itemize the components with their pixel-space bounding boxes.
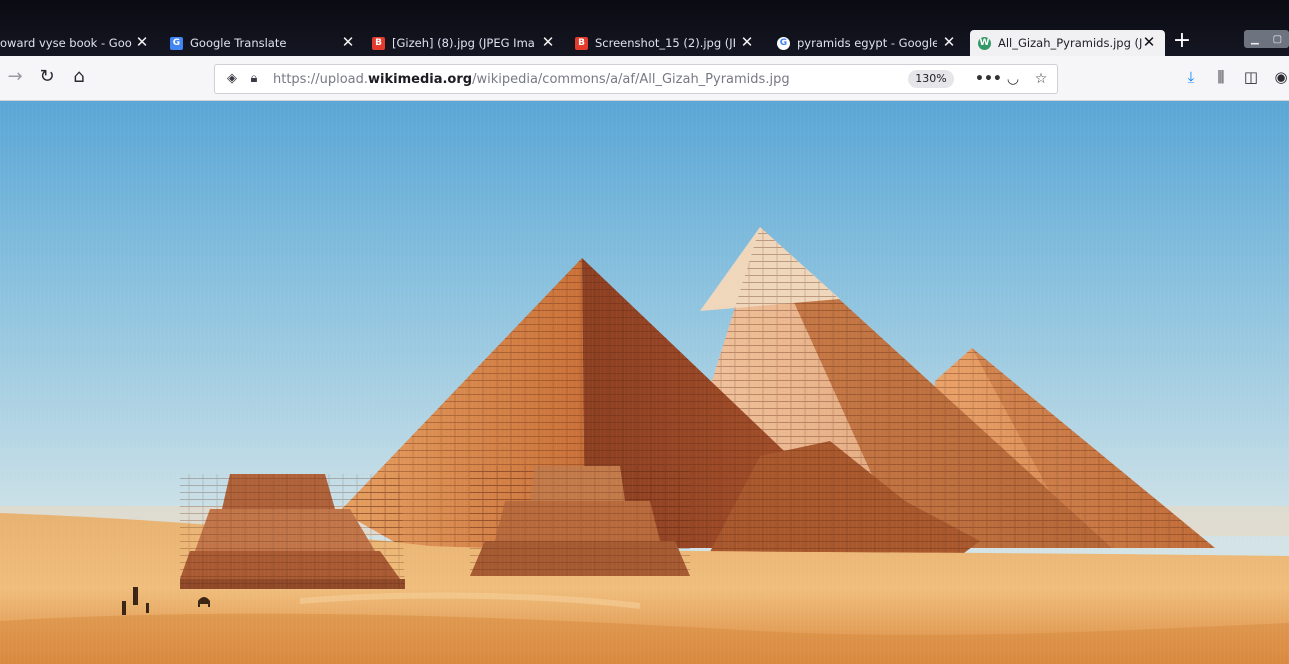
tab-pyramids-egypt[interactable]: G pyramids egypt - Google ✕ [777,30,957,56]
close-icon[interactable]: ✕ [540,34,556,50]
image-viewer[interactable] [0,101,1289,664]
wikimedia-icon: W [978,36,991,50]
zoom-level-badge[interactable]: 130% [908,70,954,88]
new-tab-button[interactable]: + [1170,30,1194,54]
tab-title: pyramids egypt - Google [797,36,937,50]
window-controls[interactable]: ▁ ▢ [1244,30,1289,48]
downloads-icon[interactable]: ⤓ [1180,66,1202,88]
address-bar[interactable]: ◈ 🔒︎ https://upload.wikimedia.org/wikipe… [214,64,1058,94]
pocket-icon[interactable]: ◡ [1003,69,1023,89]
page-actions-menu-icon[interactable]: ••• [975,69,1002,89]
tab-screenshot-15[interactable]: B Screenshot_15 (2).jpg (JF ✕ [575,30,755,56]
pyramids-image [0,101,1289,664]
close-icon[interactable]: ✕ [1141,34,1157,50]
tab-strip: oward vyse book - Goo ✕ G Google Transla… [0,0,1289,56]
tab-title: Google Translate [190,36,287,50]
tab-google-translate[interactable]: G Google Translate ✕ [170,30,356,56]
tab-vyse-book[interactable]: oward vyse book - Goo ✕ [0,30,150,56]
minimize-icon[interactable]: ▁ [1251,34,1259,45]
tab-gizeh-8[interactable]: B [Gizeh] (8).jpg (JPEG Ima ✕ [372,30,556,56]
close-icon[interactable]: ✕ [340,34,356,50]
url-path: /wikipedia/commons/a/af/All_Gizah_Pyrami… [472,71,790,87]
tab-title: oward vyse book - Goo [0,36,132,50]
url-host: wikimedia.org [368,71,473,87]
forward-icon[interactable]: → [4,66,26,88]
close-icon[interactable]: ✕ [134,34,150,50]
blogger-icon: B [372,36,385,50]
tab-all-gizah-pyramids[interactable]: W All_Gizah_Pyramids.jpg (J ✕ [970,30,1165,56]
bookmark-star-icon[interactable]: ☆ [1031,69,1051,89]
lock-icon[interactable]: 🔒︎ [245,70,263,88]
home-icon[interactable]: ⌂ [68,66,90,88]
url-text[interactable]: https://upload.wikimedia.org/wikipedia/c… [273,72,790,87]
navigation-toolbar: → ↻ ⌂ ◈ 🔒︎ https://upload.wikimedia.org/… [0,56,1289,101]
tab-title: [Gizeh] (8).jpg (JPEG Ima [392,36,535,50]
sidebar-icon[interactable]: ◫ [1240,66,1262,88]
blogger-icon: B [575,36,588,50]
tab-title: Screenshot_15 (2).jpg (JF [595,36,735,50]
reload-icon[interactable]: ↻ [36,66,58,88]
maximize-icon[interactable]: ▢ [1273,34,1282,45]
google-icon: G [777,36,790,50]
url-prefix: https://upload. [273,71,369,87]
close-icon[interactable]: ✕ [739,34,755,50]
library-icon[interactable]: ⫼ [1210,66,1232,88]
tracking-protection-shield-icon[interactable]: ◈ [223,70,241,88]
google-translate-icon: G [170,36,183,50]
account-icon[interactable]: ◉ [1270,66,1289,88]
close-icon[interactable]: ✕ [941,34,957,50]
tab-title: All_Gizah_Pyramids.jpg (J [998,36,1143,50]
